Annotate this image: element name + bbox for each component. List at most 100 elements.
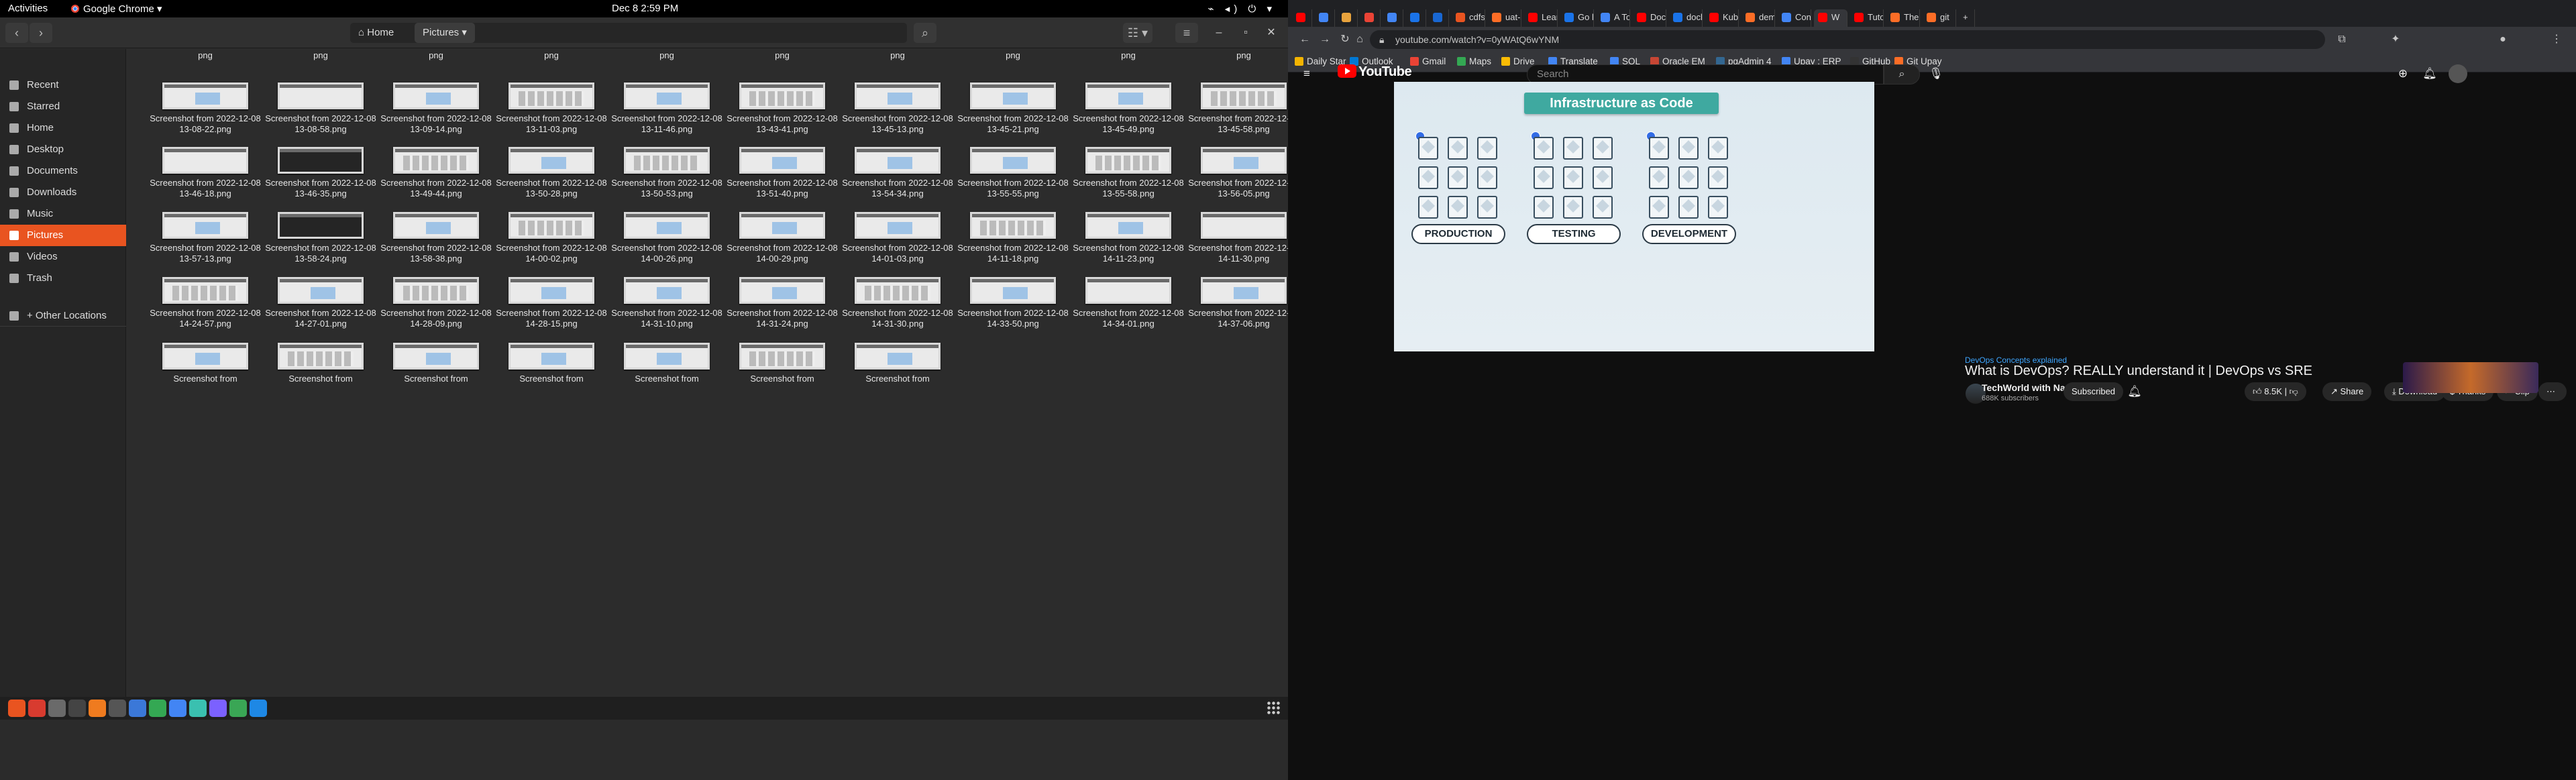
browser-tab[interactable]: uat-s — [1488, 9, 1521, 27]
extensions-puzzle-icon[interactable]: ✦ — [2388, 32, 2403, 47]
browser-tab[interactable]: Conf — [1778, 9, 1811, 27]
avatar[interactable] — [2449, 64, 2467, 83]
browser-tab[interactable]: Lear — [1524, 9, 1558, 27]
file-item[interactable]: Screenshot from — [724, 343, 840, 384]
browser-tab[interactable] — [1360, 9, 1381, 27]
browser-tab[interactable] — [1338, 9, 1358, 27]
file-item[interactable]: Screenshot from 2022-12-08 13-46-18.png — [148, 147, 263, 199]
back-icon[interactable]: ← — [1297, 32, 1312, 47]
app-icon[interactable] — [209, 700, 227, 717]
subscribed-button[interactable]: Subscribed — [2063, 382, 2124, 401]
files-icon[interactable] — [109, 700, 126, 717]
file-item[interactable]: Screenshot from 2022-12-08 13-11-03.png — [494, 82, 609, 135]
file-item[interactable]: Screenshot from 2022-12-08 13-55-58.png — [1071, 147, 1186, 199]
file-item[interactable]: Screenshot from 2022-12-08 13-46-35.png — [263, 147, 378, 199]
new-tab-button[interactable]: + — [1959, 9, 1975, 27]
file-item[interactable]: Screenshot from 2022-12-08 13-49-44.png — [378, 147, 494, 199]
sidebar-item[interactable]: Music — [0, 203, 126, 225]
file-item[interactable]: Screenshot from 2022-12-08 13-56-05.png — [1186, 147, 1288, 199]
youtube-logo[interactable]: YouTube — [1338, 64, 1412, 80]
file-item[interactable]: Screenshot from 2022-12-08 13-50-28.png — [494, 147, 609, 199]
sidebar-item[interactable]: Starred — [0, 96, 126, 117]
sidebar-item[interactable]: Recent — [0, 74, 126, 96]
chrome-menu-icon[interactable]: ⋮ — [2549, 32, 2564, 47]
ubuntu-software-icon[interactable] — [8, 700, 25, 717]
app-icon[interactable] — [28, 700, 46, 717]
settings-icon[interactable] — [48, 700, 66, 717]
postman-icon[interactable] — [89, 700, 106, 717]
system-menu[interactable]: ⌁ ◂) ⏻ ▾ — [1208, 3, 1276, 15]
sidebar-item[interactable]: Desktop — [0, 139, 126, 160]
file-item[interactable]: Screenshot from 2022-12-08 13-50-53.png — [609, 147, 724, 199]
browser-tab[interactable]: docl — [1669, 9, 1703, 27]
file-item[interactable]: Screenshot from 2022-12-08 14-28-09.png — [378, 277, 494, 329]
app-menu[interactable]: Google Chrome ▾ — [71, 3, 162, 15]
file-item[interactable]: Screenshot from 2022-12-08 13-54-34.png — [840, 147, 955, 199]
file-item[interactable]: Screenshot from 2022-12-08 13-58-38.png — [378, 212, 494, 264]
file-item[interactable]: Screenshot from — [494, 343, 609, 384]
file-item[interactable]: Screenshot from 2022-12-08 14-31-24.png — [724, 277, 840, 329]
sidebar-item[interactable]: Videos — [0, 246, 126, 268]
file-item[interactable]: Screenshot from — [378, 343, 494, 384]
file-item[interactable]: Screenshot from 2022-12-08 13-55-55.png — [955, 147, 1071, 199]
file-item[interactable]: Screenshot from 2022-12-08 13-45-49.png — [1071, 82, 1186, 135]
sidebar-item[interactable]: Documents — [0, 160, 126, 182]
browser-tab[interactable]: Tuto — [1850, 9, 1884, 27]
docs-icon[interactable] — [129, 700, 146, 717]
browser-tab[interactable]: The — [1886, 9, 1920, 27]
image-viewer-icon[interactable] — [229, 700, 247, 717]
more-actions-button[interactable]: ⋯ — [2538, 382, 2567, 401]
file-item[interactable]: Screenshot from 2022-12-08 14-00-29.png — [724, 212, 840, 264]
forward-icon[interactable]: → — [1318, 32, 1332, 47]
file-item[interactable]: Screenshot from 2022-12-08 13-51-40.png — [724, 147, 840, 199]
file-item[interactable]: Screenshot from 2022-12-08 13-08-58.png — [263, 82, 378, 135]
search-icon[interactable]: ⌕ — [1884, 64, 1920, 85]
file-item[interactable]: Screenshot from 2022-12-08 14-37-06.png — [1186, 277, 1288, 329]
file-item[interactable]: Screenshot from 2022-12-08 14-00-02.png — [494, 212, 609, 264]
bookmark[interactable]: Drive — [1501, 56, 1535, 66]
file-item[interactable]: Screenshot from — [840, 343, 955, 384]
clock[interactable]: Dec 8 2:59 PM — [612, 3, 678, 14]
search-button[interactable]: ⌕ — [914, 23, 936, 43]
menu-button[interactable]: ≡ — [1175, 23, 1198, 43]
browser-tab[interactable] — [1315, 9, 1335, 27]
file-item[interactable]: Screenshot from 2022-12-08 14-01-03.png — [840, 212, 955, 264]
close-button[interactable]: ✕ — [1264, 25, 1279, 40]
path-pictures[interactable]: Pictures ▾ — [415, 23, 475, 43]
bookmark[interactable]: Maps — [1457, 56, 1491, 66]
reload-icon[interactable]: ↻ — [1338, 32, 1352, 47]
file-item[interactable]: Screenshot from 2022-12-08 13-58-24.png — [263, 212, 378, 264]
ad-banner[interactable] — [2403, 362, 2538, 393]
maximize-button[interactable]: ▫ — [1238, 25, 1253, 40]
browser-tab[interactable]: Doci — [1633, 9, 1666, 27]
file-item[interactable]: Screenshot from 2022-12-08 13-57-13.png — [148, 212, 263, 264]
file-item[interactable]: Screenshot from 2022-12-08 13-45-58.png — [1186, 82, 1288, 135]
file-item[interactable]: Screenshot from — [263, 343, 378, 384]
screenshot-icon[interactable] — [189, 700, 207, 717]
file-item[interactable]: Screenshot from 2022-12-08 14-11-18.png — [955, 212, 1071, 264]
sidebar-item[interactable]: + Other Locations — [0, 305, 126, 327]
browser-tab[interactable]: Kube — [1705, 9, 1739, 27]
file-item[interactable]: Screenshot from 2022-12-08 13-08-22.png — [148, 82, 263, 135]
file-item[interactable]: Screenshot from 2022-12-08 13-09-14.png — [378, 82, 494, 135]
create-icon[interactable]: ⊕ — [2394, 64, 2412, 83]
file-item[interactable]: Screenshot from 2022-12-08 14-24-57.png — [148, 277, 263, 329]
file-item[interactable]: Screenshot from — [148, 343, 263, 384]
file-item[interactable]: Screenshot from 2022-12-08 14-28-15.png — [494, 277, 609, 329]
sidebar-item[interactable]: Downloads — [0, 182, 126, 203]
vscode-icon[interactable] — [250, 700, 267, 717]
like-button[interactable]: 👍︎ 8.5K | 👎︎ — [2245, 382, 2306, 401]
browser-tab[interactable] — [1383, 9, 1403, 27]
view-options-button[interactable]: ☷ ▾ — [1123, 23, 1152, 43]
path-home[interactable]: ⌂ Home — [350, 23, 402, 43]
browser-tab[interactable]: W — [1814, 9, 1847, 27]
bookmark[interactable]: Gmail — [1410, 56, 1446, 66]
sidebar-item[interactable]: Trash — [0, 268, 126, 289]
bell-icon[interactable]: 🔔︎ — [2125, 382, 2144, 401]
chrome-icon[interactable] — [169, 700, 186, 717]
browser-tab[interactable] — [1406, 9, 1426, 27]
sidebar-item[interactable]: Pictures — [0, 225, 126, 246]
terminal-icon[interactable] — [68, 700, 86, 717]
minimize-button[interactable]: – — [1212, 25, 1226, 40]
file-item[interactable]: Screenshot from 2022-12-08 14-11-30.png — [1186, 212, 1288, 264]
